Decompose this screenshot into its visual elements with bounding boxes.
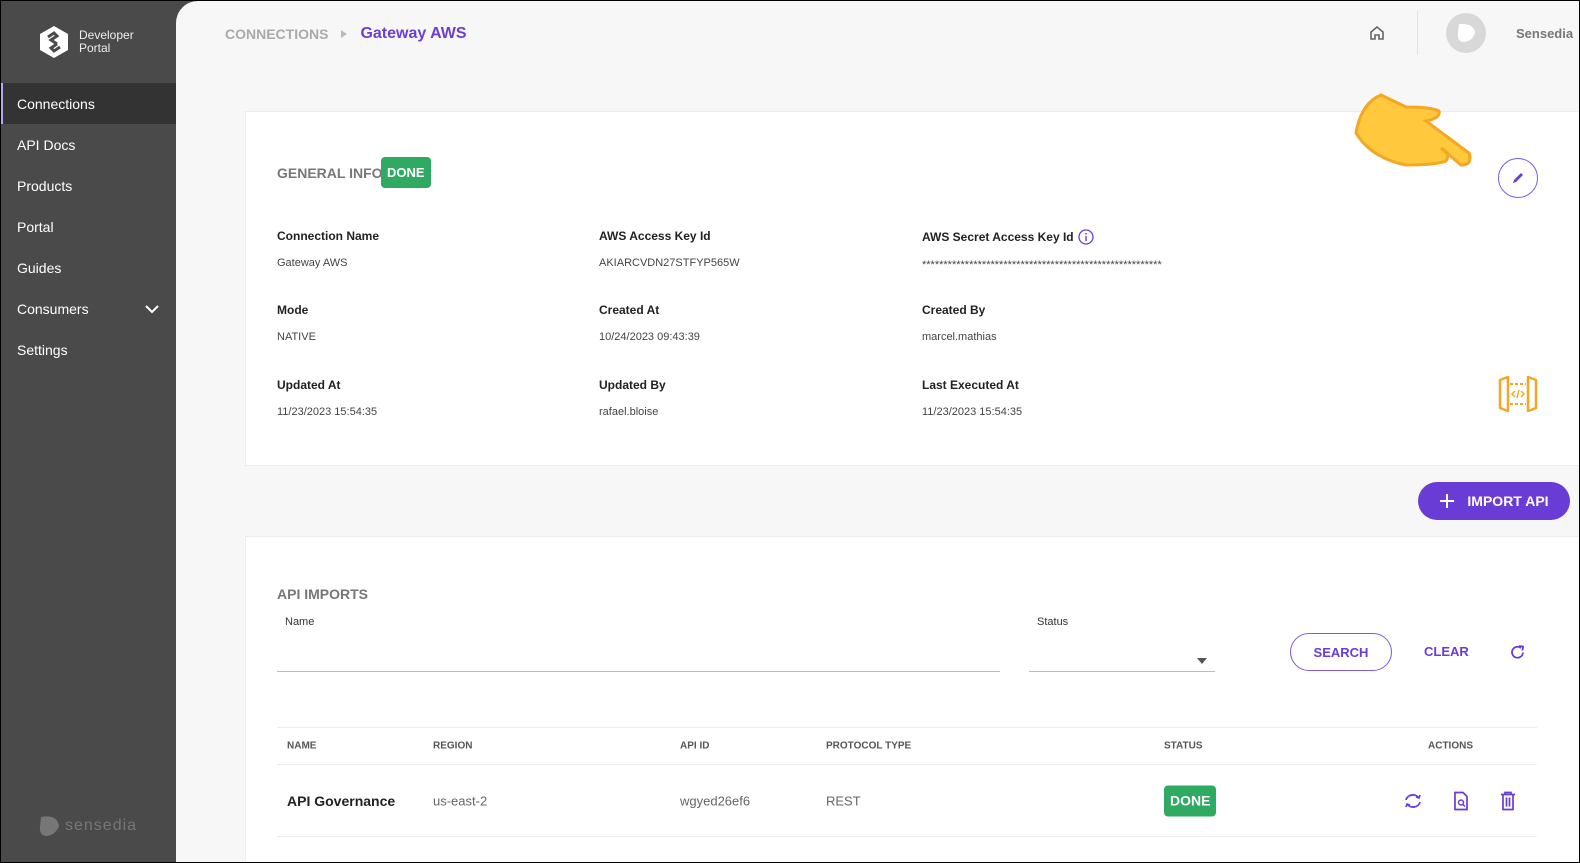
field-value: 10/24/2023 09:43:39 — [599, 331, 700, 343]
general-info-title: GENERAL INFO — [277, 165, 383, 181]
field-label: Connection Name — [277, 229, 380, 243]
breadcrumb: CONNECTIONS Gateway AWS — [225, 25, 467, 43]
refresh-icon[interactable] — [1509, 644, 1526, 661]
aws-api-gateway-icon — [1498, 376, 1538, 412]
name-filter-label: Name — [285, 616, 315, 628]
field-last-executed: Last Executed At 11/23/2023 15:54:35 — [922, 378, 1022, 418]
sensedia-logo-icon — [39, 816, 59, 836]
row-protocol: REST — [826, 793, 861, 808]
pointing-hand-icon — [1354, 93, 1472, 167]
sidebar-item-api-docs[interactable]: API Docs — [1, 124, 176, 165]
user-name[interactable]: Sensedia — [1516, 26, 1579, 41]
nav-label: Settings — [17, 341, 68, 358]
developer-portal-logo[interactable]: Developer Portal — [37, 25, 134, 59]
brand-text: sensedia — [65, 817, 138, 834]
field-value: rafael.bloise — [599, 406, 659, 418]
sidebar-item-settings[interactable]: Settings — [1, 329, 176, 370]
field-value: ****************************************… — [922, 259, 1162, 271]
row-region: us-east-2 — [433, 793, 488, 808]
col-region: REGION — [433, 740, 473, 752]
field-updated-by: Updated By rafael.bloise — [599, 378, 666, 418]
field-label: AWS Access Key Id — [599, 229, 711, 243]
field-value: Gateway AWS — [277, 257, 348, 269]
sidebar-item-products[interactable]: Products — [1, 165, 176, 206]
breadcrumb-current: Gateway AWS — [360, 25, 467, 42]
caret-right-icon — [341, 30, 348, 38]
pencil-icon — [1513, 173, 1523, 183]
main-content: CONNECTIONS Gateway AWS Sensedia GENERAL… — [176, 1, 1579, 862]
sidebar-item-guides[interactable]: Guides — [1, 247, 176, 288]
sidebar-item-portal[interactable]: Portal — [1, 206, 176, 247]
row-status-badge: DONE — [1164, 785, 1217, 816]
field-value: 11/23/2023 15:54:35 — [277, 406, 378, 418]
logo-text-line2: Portal — [79, 41, 111, 55]
clear-button[interactable]: CLEAR — [1424, 644, 1469, 659]
field-value: marcel.mathias — [922, 331, 997, 343]
table-header: NAME REGION API ID PROTOCOL TYPE STATUS … — [277, 727, 1537, 765]
field-label: Mode — [277, 303, 309, 317]
sensedia-brand: sensedia — [37, 814, 137, 838]
divider — [1417, 11, 1418, 55]
field-created-by: Created By marcel.mathias — [922, 303, 997, 343]
info-icon[interactable] — [1077, 229, 1094, 245]
field-value: 11/23/2023 15:54:35 — [922, 406, 1023, 418]
status-filter-select[interactable] — [1029, 646, 1215, 672]
nav-label: Portal — [17, 218, 54, 235]
nav-label: API Docs — [17, 136, 76, 153]
field-label: Updated By — [599, 378, 666, 392]
field-value: NATIVE — [277, 331, 316, 343]
field-created-at: Created At 10/24/2023 09:43:39 — [599, 303, 700, 343]
import-api-label: IMPORT API — [1467, 493, 1549, 509]
sidebar-item-connections[interactable]: Connections — [1, 83, 176, 124]
status-badge: DONE — [381, 157, 431, 188]
field-secret-key: AWS Secret Access Key Id ****************… — [922, 229, 1162, 271]
user-avatar-icon — [1457, 23, 1475, 42]
col-actions: ACTIONS — [1428, 740, 1473, 752]
view-document-icon[interactable] — [1453, 791, 1469, 810]
col-protocol: PROTOCOL TYPE — [826, 740, 912, 752]
field-value: AKIARCVDN27STFYP565W — [599, 257, 740, 269]
logo-icon — [40, 26, 68, 58]
table-row: API Governance us-east-2 wgyed26ef6 REST… — [277, 765, 1537, 837]
nav-label: Products — [17, 177, 73, 194]
field-label: Last Executed At — [922, 378, 1019, 392]
dropdown-arrow-icon — [1197, 658, 1207, 664]
field-connection-name: Connection Name Gateway AWS — [277, 229, 379, 269]
sync-icon[interactable] — [1403, 792, 1423, 810]
breadcrumb-connections[interactable]: CONNECTIONS — [225, 26, 328, 42]
field-access-key: AWS Access Key Id AKIARCVDN27STFYP565W — [599, 229, 740, 269]
edit-button[interactable] — [1498, 158, 1538, 198]
chevron-down-icon — [145, 305, 159, 314]
api-imports-card: API IMPORTS Name Status SEARCH CLEAR NAM… — [245, 536, 1579, 862]
sidebar-item-consumers[interactable]: Consumers — [1, 288, 176, 329]
plus-icon — [1440, 494, 1455, 508]
name-filter-input[interactable] — [277, 646, 1000, 672]
field-label: Updated At — [277, 378, 341, 392]
row-api-id: wgyed26ef6 — [680, 793, 751, 808]
nav-label: Connections — [17, 95, 95, 112]
trash-icon[interactable] — [1500, 791, 1516, 810]
col-api-id: API ID — [680, 740, 710, 752]
field-label: Created By — [922, 303, 986, 317]
import-api-button[interactable]: IMPORT API — [1418, 482, 1570, 520]
search-button[interactable]: SEARCH — [1290, 633, 1392, 671]
status-filter-label: Status — [1037, 616, 1069, 628]
nav-label: Guides — [17, 259, 62, 276]
field-mode: Mode NATIVE — [277, 303, 316, 343]
nav-label: Consumers — [17, 300, 89, 317]
home-icon[interactable] — [1367, 23, 1387, 43]
col-name: NAME — [287, 740, 317, 752]
field-updated-at: Updated At 11/23/2023 15:54:35 — [277, 378, 377, 418]
field-label: AWS Secret Access Key Id — [922, 230, 1074, 244]
sidebar: Developer Portal Connections API Docs Pro… — [1, 1, 176, 862]
api-imports-title: API IMPORTS — [277, 586, 369, 602]
api-imports-table: NAME REGION API ID PROTOCOL TYPE STATUS … — [277, 727, 1537, 837]
avatar[interactable] — [1446, 13, 1486, 53]
field-label: Created At — [599, 303, 660, 317]
col-status: STATUS — [1164, 740, 1203, 752]
row-name: API Governance — [287, 792, 396, 809]
